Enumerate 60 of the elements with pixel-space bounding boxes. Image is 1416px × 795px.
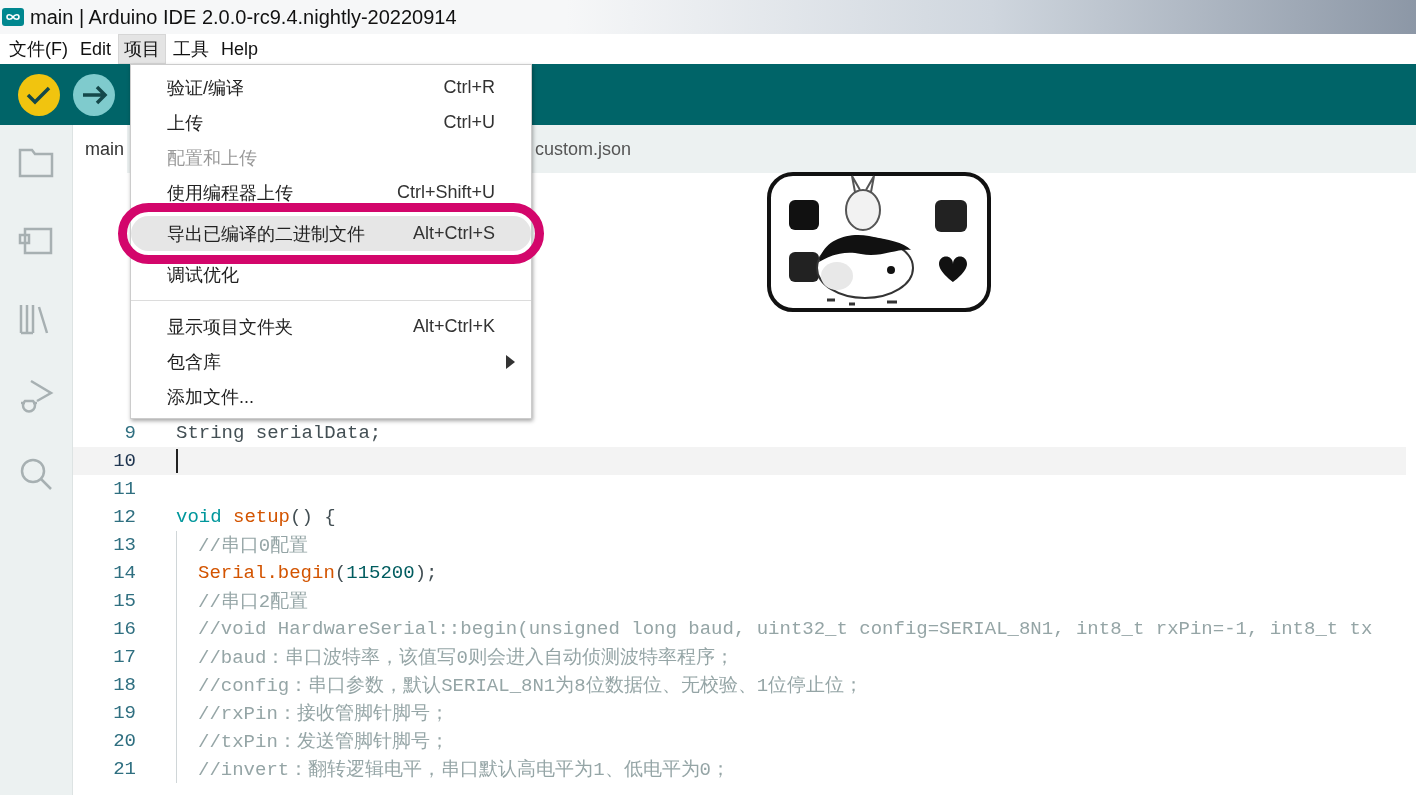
code-line: //void HardwareSerial::begin(unsigned long baud, uint32_t config=SERIAL_8N1, int8_t rxPin=-1, int8_t tx <box>198 617 1373 642</box>
verify-button[interactable] <box>18 73 60 116</box>
code-line: void setup() { <box>176 505 336 530</box>
code-line: //config：串口参数，默认SERIAL_8N1为8位数据位、无校验、1位停止位； <box>198 674 864 699</box>
shortcut-label: Ctrl+R <box>443 77 495 98</box>
line-number: 16 <box>112 618 136 640</box>
menu-entry-label: 添加文件... <box>167 385 254 409</box>
line-number: 19 <box>112 702 136 724</box>
menu-entry-label: 导出已编译的二进制文件 <box>167 222 365 246</box>
code-line: //invert：翻转逻辑电平，串口默认高电平为1、低电平为0； <box>198 758 731 783</box>
line-number: 21 <box>112 758 136 780</box>
line-number: 17 <box>112 646 136 668</box>
line-number: 10 <box>112 450 136 472</box>
menu-entry-label: 显示项目文件夹 <box>167 315 293 339</box>
menu-entry[interactable]: 包含库 <box>131 344 531 379</box>
app-logo-icon <box>2 8 24 26</box>
code-line: //串口2配置 <box>198 590 309 615</box>
code-line: //txPin：发送管脚针脚号； <box>198 730 449 755</box>
menu-entry[interactable]: 验证/编译 Ctrl+R <box>131 70 531 105</box>
code-line: String serialData; <box>176 421 382 446</box>
shortcut-label: Alt+Ctrl+S <box>412 223 495 244</box>
submenu-arrow-icon <box>506 354 515 369</box>
line-number: 12 <box>112 506 136 528</box>
line-number: 14 <box>112 562 136 584</box>
menu-entry[interactable]: 上传 Ctrl+U <box>131 105 531 140</box>
line-number: 20 <box>112 730 136 752</box>
code-line: //rxPin：接收管脚针脚号； <box>198 702 449 727</box>
menu-entry-label: 使用编程器上传 <box>167 181 293 205</box>
shortcut-label: Alt+Ctrl+K <box>412 316 495 337</box>
menu-entry[interactable]: 添加文件... <box>131 379 531 414</box>
menu-entry[interactable]: 显示项目文件夹 Alt+Ctrl+K <box>131 309 531 344</box>
text-cursor <box>176 449 178 473</box>
shortcut-label: Ctrl+Shift+U <box>396 182 495 203</box>
arrow-icon <box>81 84 108 105</box>
line-number: 9 <box>123 422 136 444</box>
menu-entry-label: 上传 <box>167 111 203 135</box>
line-number: 18 <box>112 674 136 696</box>
menu-item[interactable]: 工具 <box>168 35 214 63</box>
code-line: //串口0配置 <box>198 534 309 559</box>
menu-entry[interactable]: 调试优化 <box>131 257 531 292</box>
line-number: 13 <box>112 534 136 556</box>
code-line: Serial.begin(115200); <box>198 561 438 586</box>
menu-entry-label: 验证/编译 <box>167 76 244 100</box>
code-line: //baud：串口波特率，该值写0则会进入自动侦测波特率程序； <box>198 646 734 671</box>
shortcut-label: Ctrl+U <box>443 112 495 133</box>
menu-entry-label: 包含库 <box>167 350 221 374</box>
editor-tab[interactable]: main <box>73 125 127 173</box>
menu-entry-label: 调试优化 <box>167 263 239 287</box>
menu-entry[interactable]: 使用编程器上传 Ctrl+Shift+U <box>131 175 531 210</box>
line-number: 11 <box>112 478 136 500</box>
editor-tab[interactable]: custom.json <box>535 125 642 173</box>
window-title: main | Arduino IDE 2.0.0-rc9.4.nightly-20220914 <box>30 5 457 29</box>
menu-entry-label: 配置和上传 <box>167 146 257 170</box>
upload-button[interactable] <box>73 73 115 116</box>
menu-item[interactable]: 项目 <box>118 34 166 64</box>
checkmark-icon <box>26 86 51 104</box>
menu-item[interactable]: Help <box>216 36 264 62</box>
menu-item[interactable]: Edit <box>75 36 116 62</box>
line-number: 15 <box>112 590 136 612</box>
menu-item[interactable]: 文件(F) <box>4 35 73 63</box>
